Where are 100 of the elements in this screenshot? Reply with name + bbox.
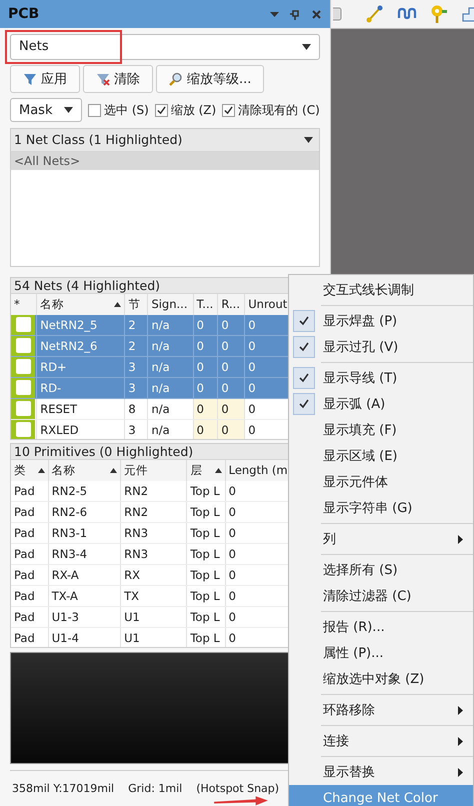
mask-dropdown[interactable]: Mask	[10, 98, 82, 122]
table-cell: RN3	[120, 522, 187, 543]
filter-icon	[23, 72, 37, 86]
button[interactable]: 缩放等级...	[156, 64, 264, 92]
table-cell: 2	[124, 314, 148, 336]
submenu-arrow-icon	[458, 768, 463, 777]
panel-title: PCB	[8, 6, 40, 22]
table-cell: Top L	[186, 522, 226, 543]
menu-item[interactable]: 环路移除	[289, 697, 473, 723]
table-cell: Top L	[186, 627, 226, 648]
caret-icon[interactable]	[304, 136, 313, 143]
table-cell: RN3-4	[48, 543, 121, 564]
table-cell: n/a	[148, 314, 194, 336]
table-cell: Top L	[186, 480, 226, 501]
checkbox-option[interactable]: 清除现有的 (C)	[222, 102, 320, 119]
table-cell: Pad	[11, 564, 48, 585]
table-cell: TX	[120, 585, 187, 606]
color-swatch[interactable]	[11, 314, 35, 334]
table-cell: U1-4	[48, 627, 121, 648]
table-cell: n/a	[148, 377, 194, 398]
table-cell: RN3-1	[48, 522, 121, 543]
table-cell: 0	[193, 419, 218, 438]
table-cell: NetRN2_5	[36, 314, 125, 336]
table-cell: n/a	[148, 356, 194, 378]
table-cell: 0	[193, 398, 218, 420]
checkbox-option[interactable]: 选中 (S)	[88, 102, 149, 119]
table-cell: U1	[120, 606, 187, 627]
table-cell: RD+	[36, 356, 125, 378]
table-cell: RX	[120, 564, 187, 585]
checkmark-icon	[156, 106, 166, 115]
color-swatch[interactable]	[11, 420, 35, 438]
submenu-arrow-icon	[458, 737, 463, 746]
column-header[interactable]: 类	[11, 460, 48, 480]
table-cell: 2	[124, 335, 148, 356]
button[interactable]: 应用	[10, 64, 80, 92]
table-cell: 0	[218, 398, 245, 420]
table-cell: 0	[193, 335, 218, 356]
pin-icon[interactable]	[428, 4, 449, 24]
table-cell: Pad	[11, 627, 48, 648]
table-cell: U1-3	[48, 606, 121, 627]
list-item[interactable]: <All Nets>	[11, 152, 319, 170]
table-cell: Top L	[186, 606, 226, 627]
table-cell: Pad	[11, 501, 48, 522]
column-header[interactable]: 名称	[48, 460, 121, 480]
table-cell: 0	[218, 335, 245, 356]
table-cell: 0	[218, 377, 245, 398]
menu-item[interactable]: 缩放选中对象 (Z)	[289, 666, 473, 692]
route-icon[interactable]	[364, 4, 385, 24]
column-header[interactable]: 节	[124, 294, 148, 315]
checkbox-option[interactable]: 缩放 (Z)	[154, 102, 216, 119]
table-cell: Pad	[11, 606, 48, 627]
header-text: 1 Net Class (1 Highlighted)	[14, 132, 182, 148]
table-cell: RXLED	[36, 419, 125, 438]
table-cell: Pad	[11, 480, 48, 501]
table-cell: 8	[124, 398, 148, 420]
caret-icon	[302, 44, 311, 50]
table-cell: 0	[193, 314, 218, 336]
column-header[interactable]: R...	[218, 294, 245, 315]
close-icon[interactable]	[310, 8, 322, 20]
magnifier-icon	[169, 72, 183, 86]
table-cell: 0	[218, 314, 245, 336]
column-header[interactable]: 名称	[36, 294, 125, 315]
caret-icon	[64, 107, 73, 114]
button[interactable]: 清除	[83, 64, 153, 92]
column-header[interactable]: T...	[193, 294, 218, 315]
menu-item[interactable]: 连接	[289, 728, 473, 754]
menu-item[interactable]: 显示替换	[289, 759, 473, 785]
column-header[interactable]: *	[11, 294, 37, 315]
column-header[interactable]: Sign...	[148, 294, 194, 315]
table-cell: Top L	[186, 543, 226, 564]
sort-arrow-icon	[114, 302, 122, 307]
table-cell: RX-A	[48, 564, 121, 585]
table-cell: 3	[124, 419, 148, 438]
table-cell: RN2	[120, 480, 187, 501]
table-cell: Pad	[11, 543, 48, 564]
snap-mode: (Hotspot Snap)	[196, 782, 280, 795]
table-cell: 0	[218, 356, 245, 378]
color-swatch[interactable]	[11, 336, 35, 356]
submenu-arrow-icon	[458, 535, 463, 544]
table-cell: Top L	[186, 585, 226, 606]
column-header[interactable]: 层	[186, 460, 226, 480]
color-swatch[interactable]	[11, 378, 35, 398]
table-cell: Top L	[186, 564, 226, 585]
clear-filter-icon	[96, 72, 110, 86]
sort-arrow-icon	[214, 468, 222, 472]
table-cell: U1	[120, 627, 187, 648]
color-swatch[interactable]	[11, 398, 35, 418]
table-cell: NetRN2_6	[36, 335, 125, 356]
submenu-arrow-icon	[458, 706, 463, 715]
column-header[interactable]: 元件	[120, 460, 187, 480]
mode-dropdown[interactable]: Nets	[10, 34, 320, 60]
sort-arrow-icon	[38, 468, 45, 472]
grid-size: Grid: 1mil	[128, 782, 182, 795]
color-swatch[interactable]	[11, 356, 35, 376]
pin-icon[interactable]	[290, 8, 301, 20]
table-cell: 0	[193, 377, 218, 398]
table-cell: n/a	[148, 419, 194, 438]
sort-arrow-icon	[110, 468, 118, 472]
table-cell: 3	[124, 356, 148, 378]
table-cell: 0	[218, 419, 245, 438]
